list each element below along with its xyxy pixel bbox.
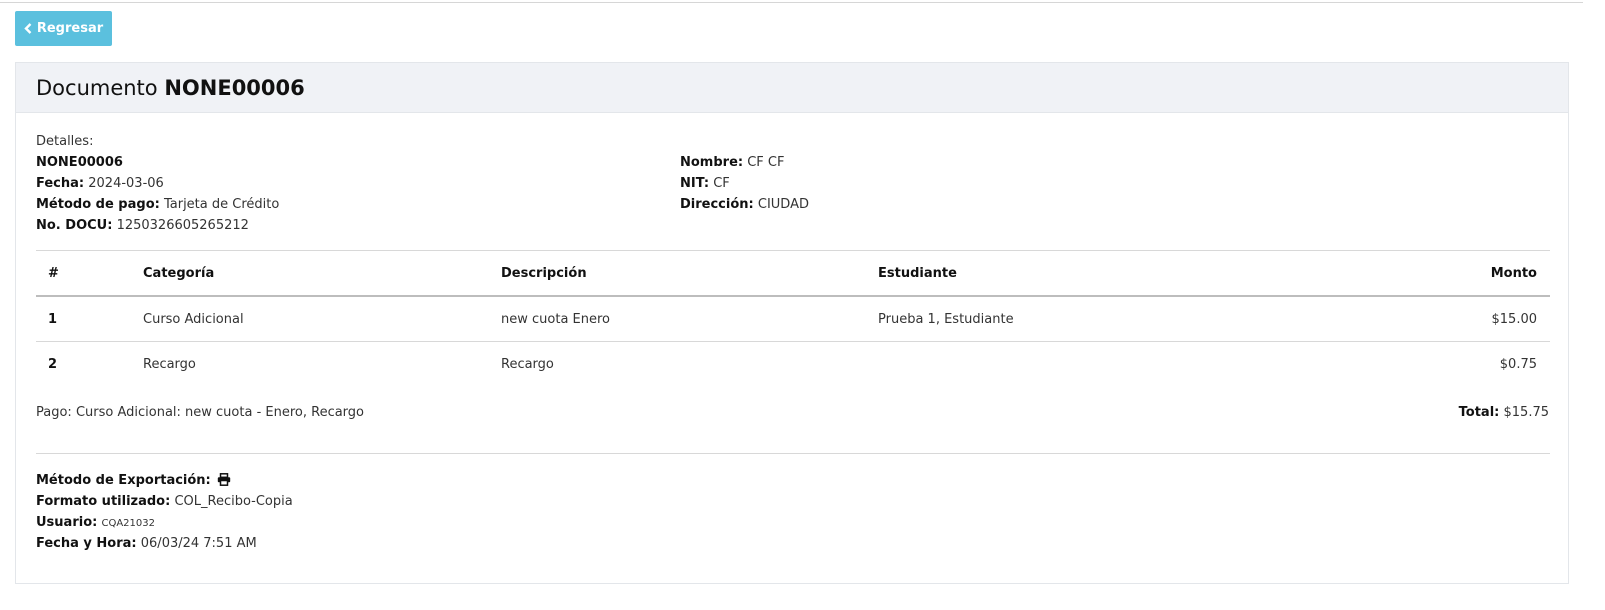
row-1-estudiante: Prueba 1, Estudiante [878,312,1014,327]
fecha-hora-value: 06/03/24 7:51 AM [140,536,257,551]
metodo-pago-value: Tarjeta de Crédito [163,197,280,212]
formato-row: Formato utilizado: COL_Recibo-Copia [36,494,293,510]
export-method-label: Método de Exportación: [36,473,211,488]
row-2-num: 2 [48,357,58,372]
table-header-divider [36,295,1550,297]
details-heading: Detalles: [36,134,94,149]
nombre-value: CF CF [747,155,785,170]
nit-row: NIT: CF [680,176,730,192]
direccion-value: CIUDAD [757,197,809,212]
formato-label: Formato utilizado: [36,494,171,509]
total-label: Total: [1458,405,1500,420]
total-row: Total: $15.75 [1459,405,1549,421]
col-header-num: # [48,266,59,281]
back-button-label: Regresar [36,21,104,36]
fecha-row: Fecha: 2024-03-06 [36,176,164,192]
print-icon[interactable] [217,473,231,491]
export-method-row: Método de Exportación: [36,473,231,491]
col-header-categoria: Categoría [143,266,215,281]
row-2-descripcion: Recargo [501,357,554,372]
row-1-categoria: Curso Adicional [143,312,244,327]
fecha-hora-label: Fecha y Hora: [36,536,137,551]
usuario-value: CQA21032 [101,518,155,529]
export-divider [36,453,1550,454]
metodo-pago-label: Método de pago: [36,197,160,212]
nombre-label: Nombre: [680,155,744,170]
total-value: $15.75 [1503,405,1550,420]
chevron-left-icon [24,23,32,34]
usuario-label: Usuario: [36,515,98,530]
fecha-hora-row: Fecha y Hora: 06/03/24 7:51 AM [36,536,257,552]
no-docu-label: No. DOCU: [36,218,113,233]
direccion-row: Dirección: CIUDAD [680,197,809,213]
document-card: Documento NONE00006 Detalles: NONE00006 … [15,62,1569,584]
no-docu-row: No. DOCU: 1250326605265212 [36,218,249,234]
usuario-row: Usuario: CQA21032 [36,515,155,532]
row-1-monto: $15.00 [1491,312,1538,327]
no-docu-value: 1250326605265212 [116,218,249,233]
nit-label: NIT: [680,176,710,191]
title-prefix: Documento [36,75,158,100]
back-button[interactable]: Regresar [15,11,112,46]
details-divider [36,250,1550,251]
details-code: NONE00006 [36,155,123,170]
col-header-estudiante: Estudiante [878,266,957,281]
nombre-row: Nombre: CF CF [680,155,784,171]
pago-summary: Pago: Curso Adicional: new cuota - Enero… [36,405,365,420]
row-divider [36,341,1550,342]
row-1-num: 1 [48,312,58,327]
card-header: Documento NONE00006 [16,63,1568,113]
col-header-monto: Monto [1490,266,1537,281]
row-1-descripcion: new cuota Enero [501,312,611,327]
page-title: Documento NONE00006 [36,76,305,100]
col-header-descripcion: Descripción [501,266,587,281]
fecha-value: 2024-03-06 [88,176,164,191]
title-code: NONE00006 [164,75,305,100]
formato-value: COL_Recibo-Copia [174,494,293,509]
direccion-label: Dirección: [680,197,754,212]
metodo-pago-row: Método de pago: Tarjeta de Crédito [36,197,279,213]
fecha-label: Fecha: [36,176,85,191]
row-2-monto: $0.75 [1499,357,1537,372]
top-divider [0,2,1583,3]
nit-value: CF [713,176,730,191]
row-2-categoria: Recargo [143,357,196,372]
